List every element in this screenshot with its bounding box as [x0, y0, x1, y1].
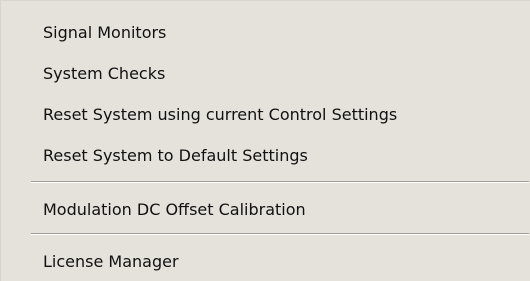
menu-separator [31, 181, 529, 183]
context-menu: Signal Monitors System Checks Reset Syst… [0, 0, 530, 281]
menu-item-reset-system-default-settings[interactable]: Reset System to Default Settings [1, 139, 529, 173]
menu-item-modulation-dc-offset-calibration[interactable]: Modulation DC Offset Calibration [1, 193, 529, 227]
menu-item-license-manager[interactable]: License Manager [1, 245, 529, 279]
menu-item-reset-system-current-settings[interactable]: Reset System using current Control Setti… [1, 98, 529, 132]
menu-item-signal-monitors[interactable]: Signal Monitors [1, 16, 529, 50]
menu-item-system-checks[interactable]: System Checks [1, 57, 529, 91]
menu-separator [31, 233, 529, 235]
